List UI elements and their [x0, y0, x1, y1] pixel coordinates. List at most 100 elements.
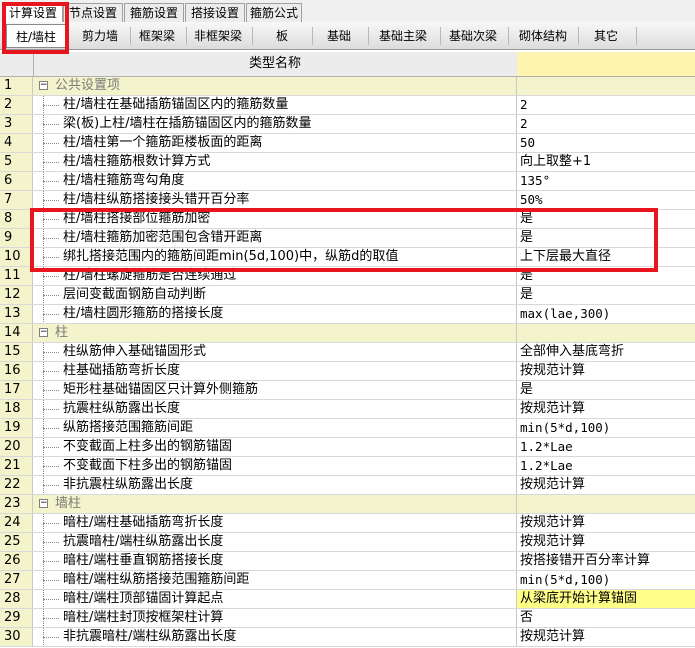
table-row[interactable]: 3 梁(板)上柱/墙柱在插筋锚固区内的箍筋数量 2: [0, 115, 695, 134]
setting-value[interactable]: 1.2*Lae: [517, 438, 695, 456]
setting-value[interactable]: 135°: [517, 172, 695, 190]
setting-value[interactable]: 是: [517, 229, 695, 247]
table-row[interactable]: 13 柱/墙柱圆形箍筋的搭接长度 max(lae,300): [0, 305, 695, 324]
setting-name-text: 柱纵筋伸入基础锚固形式: [63, 344, 207, 359]
setting-value[interactable]: 按规范计算: [517, 400, 695, 418]
tab-node-settings[interactable]: 节点设置: [63, 3, 123, 22]
table-row[interactable]: 5 柱/墙柱箍筋根数计算方式 向上取整+1: [0, 153, 695, 172]
table-row[interactable]: 11 柱/墙柱螺旋箍筋是否连续通过 是: [0, 267, 695, 286]
setting-value[interactable]: 是: [517, 286, 695, 304]
setting-value[interactable]: 否: [517, 609, 695, 627]
row-number: 25: [0, 533, 33, 551]
setting-name: 柱/墙柱螺旋箍筋是否连续通过: [33, 267, 517, 285]
tab-foundation[interactable]: 基础: [312, 24, 366, 48]
tree-line: [43, 162, 59, 163]
table-row[interactable]: 6 柱/墙柱箍筋弯勾角度 135°: [0, 172, 695, 191]
table-row[interactable]: 10 绑扎搭接范围内的箍筋间距min(5d,100)中，纵筋d的取值 上下层最大直径: [0, 248, 695, 267]
tree-line: [43, 618, 59, 619]
setting-value[interactable]: 是: [517, 210, 695, 228]
tab-nonframe-beam[interactable]: 非框架梁: [186, 24, 250, 48]
table-row[interactable]: 27 暗柱/端柱纵筋搭接范围箍筋间距 min(5*d,100): [0, 571, 695, 590]
table-row[interactable]: 22 非抗震柱纵筋露出长度 按规范计算: [0, 476, 695, 495]
table-row[interactable]: 2 柱/墙柱在基础插筋锚固区内的箍筋数量 2: [0, 96, 695, 115]
table-row[interactable]: 9 柱/墙柱箍筋加密范围包含错开距离 是: [0, 229, 695, 248]
table-row[interactable]: 4 柱/墙柱第一个箍筋距楼板面的距离 50: [0, 134, 695, 153]
setting-name: 层间变截面钢筋自动判断: [33, 286, 517, 304]
group-row[interactable]: 14− 柱: [0, 324, 695, 343]
setting-value[interactable]: 是: [517, 381, 695, 399]
tab-slab[interactable]: 板: [252, 24, 312, 48]
setting-value[interactable]: 上下层最大直径: [517, 248, 695, 266]
table-row[interactable]: 19 纵筋搭接范围箍筋间距 min(5*d,100): [0, 419, 695, 438]
tab-stirrup-formula[interactable]: 箍筋公式: [246, 3, 302, 22]
row-number: 13: [0, 305, 33, 323]
collapse-icon[interactable]: −: [39, 81, 48, 90]
table-row[interactable]: 24 暗柱/端柱基础插筋弯折长度 按规范计算: [0, 514, 695, 533]
setting-name-text: 暗柱/端柱垂直钢筋搭接长度: [63, 553, 224, 568]
table-row[interactable]: 8 柱/墙柱搭接部位箍筋加密 是: [0, 210, 695, 229]
row-number: 6: [0, 172, 33, 190]
setting-value[interactable]: 按规范计算: [517, 362, 695, 380]
setting-name-text: 非抗震柱纵筋露出长度: [63, 477, 194, 492]
setting-name-text: 暗柱/端柱纵筋搭接范围箍筋间距: [63, 572, 250, 587]
tab-shear-wall[interactable]: 剪力墙: [70, 24, 130, 48]
table-row[interactable]: 20 不变截面上柱多出的钢筋锚固 1.2*Lae: [0, 438, 695, 457]
tab-calc-settings[interactable]: 计算设置: [3, 3, 63, 22]
setting-value[interactable]: 是: [517, 267, 695, 285]
setting-value[interactable]: 2: [517, 115, 695, 133]
setting-value[interactable]: min(5*d,100): [517, 571, 695, 589]
tab-foundation-main-beam[interactable]: 基础主梁: [368, 24, 438, 48]
table-row[interactable]: 26 暗柱/端柱垂直钢筋搭接长度 按搭接错开百分率计算: [0, 552, 695, 571]
row-number: 5: [0, 153, 33, 171]
tab-column-wallcolumn[interactable]: 柱/墙柱: [6, 24, 66, 48]
setting-value[interactable]: 按搭接错开百分率计算: [517, 552, 695, 570]
setting-value[interactable]: [517, 495, 695, 513]
setting-value[interactable]: 2: [517, 96, 695, 114]
setting-value[interactable]: min(5*d,100): [517, 419, 695, 437]
table-row[interactable]: 29 暗柱/端柱封顶按框架柱计算 否: [0, 609, 695, 628]
setting-name: 柱/墙柱箍筋根数计算方式: [33, 153, 517, 171]
setting-name-text: 抗震柱纵筋露出长度: [63, 401, 181, 416]
tab-stirrup-settings[interactable]: 箍筋设置: [124, 3, 184, 22]
group-row[interactable]: 23− 墙柱: [0, 495, 695, 514]
setting-value[interactable]: 从梁底开始计算锚固: [517, 590, 695, 608]
row-number: 26: [0, 552, 33, 570]
setting-value[interactable]: 按规范计算: [517, 476, 695, 494]
table-row[interactable]: 21 不变截面下柱多出的钢筋锚固 1.2*Lae: [0, 457, 695, 476]
table-row[interactable]: 16 柱基础插筋弯折长度 按规范计算: [0, 362, 695, 381]
setting-value[interactable]: 全部伸入基底弯折: [517, 343, 695, 361]
setting-value[interactable]: 按规范计算: [517, 533, 695, 551]
table-row[interactable]: 7 柱/墙柱纵筋搭接接头错开百分率 50%: [0, 191, 695, 210]
table-row[interactable]: 28 暗柱/端柱顶部锚固计算起点 从梁底开始计算锚固: [0, 590, 695, 609]
table-row[interactable]: 15 柱纵筋伸入基础锚固形式 全部伸入基底弯折: [0, 343, 695, 362]
setting-name-text: 柱/墙柱纵筋搭接接头错开百分率: [63, 192, 250, 207]
setting-value[interactable]: [517, 77, 695, 95]
setting-value[interactable]: 50: [517, 134, 695, 152]
tab-lap-settings[interactable]: 搭接设置: [185, 3, 245, 22]
table-row[interactable]: 17 矩形柱基础锚固区只计算外侧箍筋 是: [0, 381, 695, 400]
tab-other[interactable]: 其它: [578, 24, 634, 48]
setting-value[interactable]: 按规范计算: [517, 628, 695, 646]
tab-masonry[interactable]: 砌体结构: [510, 24, 576, 48]
setting-value[interactable]: [517, 324, 695, 342]
table-row[interactable]: 12 层间变截面钢筋自动判断 是: [0, 286, 695, 305]
setting-value[interactable]: 1.2*Lae: [517, 457, 695, 475]
table-row[interactable]: 18 抗震柱纵筋露出长度 按规范计算: [0, 400, 695, 419]
table-row[interactable]: 30 非抗震暗柱/端柱纵筋露出长度 按规范计算: [0, 628, 695, 647]
setting-name-text: 矩形柱基础锚固区只计算外侧箍筋: [63, 382, 259, 397]
group-row[interactable]: 1− 公共设置项: [0, 77, 695, 96]
setting-value[interactable]: 向上取整+1: [517, 153, 695, 171]
setting-name: 不变截面上柱多出的钢筋锚固: [33, 438, 517, 456]
setting-value[interactable]: max(lae,300): [517, 305, 695, 323]
setting-name: 梁(板)上柱/墙柱在插筋锚固区内的箍筋数量: [33, 115, 517, 133]
tree-line: [43, 599, 59, 600]
setting-name-text: 柱/墙柱搭接部位箍筋加密: [63, 211, 211, 226]
setting-name: 抗震暗柱/端柱纵筋露出长度: [33, 533, 517, 551]
collapse-icon[interactable]: −: [39, 499, 48, 508]
setting-value[interactable]: 50%: [517, 191, 695, 209]
setting-value[interactable]: 按规范计算: [517, 514, 695, 532]
tab-foundation-secondary-beam[interactable]: 基础次梁: [440, 24, 506, 48]
table-row[interactable]: 25 抗震暗柱/端柱纵筋露出长度 按规范计算: [0, 533, 695, 552]
collapse-icon[interactable]: −: [39, 328, 48, 337]
tab-frame-beam[interactable]: 框架梁: [130, 24, 184, 48]
